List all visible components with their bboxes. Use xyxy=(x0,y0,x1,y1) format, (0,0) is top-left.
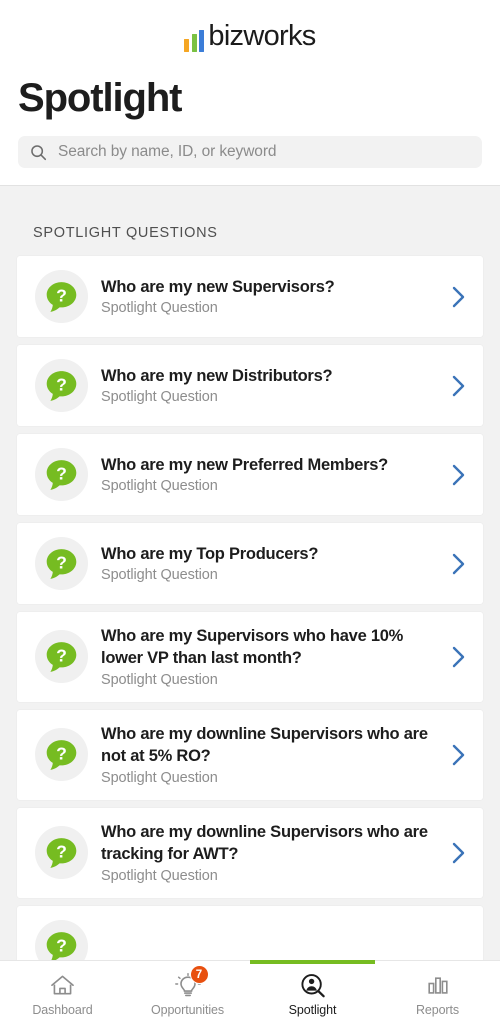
question-text: Who are my downline Supervisors who are … xyxy=(101,822,447,884)
question-text: Who are my new Distributors? Spotlight Q… xyxy=(101,366,447,406)
question-bubble-icon: ? xyxy=(46,838,77,869)
question-card[interactable]: ? Who are my new Supervisors? Spotlight … xyxy=(17,256,483,337)
question-title: Who are my new Distributors? xyxy=(101,366,333,385)
tab-label: Opportunities xyxy=(150,1003,225,1017)
question-bubble-icon: ? xyxy=(46,371,77,401)
question-title: Who are my downline Supervisors who are … xyxy=(101,822,428,863)
question-subtitle: Spotlight Question xyxy=(101,300,218,317)
app-header: bizworks Spotlight xyxy=(0,0,500,186)
logo-bars-icon xyxy=(184,30,205,52)
tab-dashboard[interactable]: Dashboard xyxy=(0,961,125,1024)
question-title: Who are my new Supervisors? xyxy=(101,277,335,296)
section-header: SPOTLIGHT QUESTIONS xyxy=(33,225,218,241)
question-list: ? Who are my new Supervisors? Spotlight … xyxy=(0,256,500,960)
question-card[interactable]: ? Who are my new Preferred Members? Spot… xyxy=(17,434,483,515)
question-icon-badge: ? xyxy=(35,630,88,684)
home-icon xyxy=(51,975,74,995)
question-icon-badge: ? xyxy=(35,826,88,880)
question-card[interactable]: ? Who are my Supervisors who have 10% lo… xyxy=(17,612,483,702)
page-title: Spotlight xyxy=(18,76,182,120)
person-search-icon xyxy=(300,973,325,997)
tab-opportunities[interactable]: 7 Opportunities xyxy=(125,961,250,1024)
question-bubble-icon: ? xyxy=(46,642,77,673)
question-icon-badge: ? xyxy=(35,448,88,501)
question-card[interactable]: ? Who are my new Distributors? Spotlight… xyxy=(17,345,483,426)
person-search-icon xyxy=(300,972,326,998)
question-text: Who are my new Preferred Members? Spotli… xyxy=(101,455,447,495)
disclosure-chevron[interactable] xyxy=(447,744,469,766)
chevron-right-icon xyxy=(452,646,464,668)
app-screen: bizworks Spotlight SPOTLIGHT QUESTIONS ? xyxy=(0,0,500,1024)
chevron-right-icon xyxy=(452,464,464,485)
active-tab-indicator xyxy=(250,960,375,964)
question-subtitle: Spotlight Question xyxy=(101,567,218,584)
disclosure-chevron[interactable] xyxy=(447,286,469,308)
disclosure-chevron[interactable] xyxy=(447,842,469,864)
search-box[interactable] xyxy=(18,136,482,168)
question-card[interactable]: ? Who are my Top Producers? Spotlight Qu… xyxy=(17,523,483,604)
tab-label: Spotlight xyxy=(288,1003,337,1017)
chevron-right-icon xyxy=(452,842,464,863)
bar-chart-icon xyxy=(427,977,448,994)
svg-text:?: ? xyxy=(56,935,67,955)
question-text: Who are my Top Producers? Spotlight Ques… xyxy=(101,544,447,584)
tab-spotlight[interactable]: Spotlight xyxy=(250,960,375,1024)
question-title: Who are my downline Supervisors who are … xyxy=(101,724,428,765)
question-icon-badge: ? xyxy=(35,270,88,323)
disclosure-chevron[interactable] xyxy=(447,464,469,486)
question-icon-badge: ? xyxy=(35,537,88,590)
question-bubble-icon: ? xyxy=(46,931,77,960)
question-icon-badge: ? xyxy=(35,728,88,782)
disclosure-chevron[interactable] xyxy=(447,553,469,575)
svg-text:?: ? xyxy=(56,646,67,666)
question-text: Who are my Supervisors who have 10% lowe… xyxy=(101,626,447,688)
svg-text:?: ? xyxy=(56,744,67,764)
question-card-partial[interactable]: ? xyxy=(17,905,483,960)
brand-logo: bizworks xyxy=(0,0,500,74)
svg-text:?: ? xyxy=(56,553,67,573)
bar-chart-icon xyxy=(425,972,451,998)
question-icon-badge: ? xyxy=(35,359,88,412)
question-subtitle: Spotlight Question xyxy=(101,478,218,495)
chevron-right-icon xyxy=(452,286,464,307)
question-icon-badge: ? xyxy=(35,919,88,960)
question-card[interactable]: ? Who are my downline Supervisors who ar… xyxy=(17,709,483,800)
questions-scroll-area[interactable]: SPOTLIGHT QUESTIONS ? Who are my new Sup… xyxy=(0,187,500,960)
search-container xyxy=(0,122,500,168)
question-subtitle: Spotlight Question xyxy=(101,671,218,688)
question-text: Who are my downline Supervisors who are … xyxy=(101,724,447,786)
question-subtitle: Spotlight Question xyxy=(101,389,218,406)
question-title: Who are my new Preferred Members? xyxy=(101,455,389,474)
search-input[interactable] xyxy=(58,143,470,161)
svg-text:?: ? xyxy=(56,375,67,395)
disclosure-chevron[interactable] xyxy=(447,646,469,668)
bottom-tab-bar: Dashboard 7 Opportunities Spotlight Repo… xyxy=(0,960,500,1024)
svg-text:?: ? xyxy=(56,842,67,862)
chevron-right-icon xyxy=(452,375,464,396)
question-bubble-icon: ? xyxy=(46,549,77,579)
chevron-right-icon xyxy=(452,553,464,574)
notification-badge: 7 xyxy=(189,965,209,984)
question-subtitle: Spotlight Question xyxy=(101,769,218,786)
question-card[interactable]: ? Who are my downline Supervisors who ar… xyxy=(17,807,483,898)
home-icon xyxy=(50,972,75,998)
svg-text:?: ? xyxy=(56,464,67,484)
question-title: Who are my Top Producers? xyxy=(101,544,319,563)
tab-reports[interactable]: Reports xyxy=(375,961,500,1024)
question-bubble-icon: ? xyxy=(46,740,77,771)
chevron-right-icon xyxy=(452,744,464,766)
lightbulb-icon: 7 xyxy=(174,965,209,998)
question-text: Who are my new Supervisors? Spotlight Qu… xyxy=(101,277,447,317)
search-icon xyxy=(30,144,47,161)
tab-label: Dashboard xyxy=(32,1003,93,1017)
disclosure-chevron[interactable] xyxy=(447,375,469,397)
question-subtitle: Spotlight Question xyxy=(101,867,218,884)
svg-text:?: ? xyxy=(56,286,67,306)
question-bubble-icon: ? xyxy=(46,460,77,490)
question-bubble-icon: ? xyxy=(46,282,77,312)
question-title: Who are my Supervisors who have 10% lowe… xyxy=(101,627,404,667)
tab-label: Reports xyxy=(415,1003,460,1017)
brand-name: bizworks xyxy=(208,20,316,52)
